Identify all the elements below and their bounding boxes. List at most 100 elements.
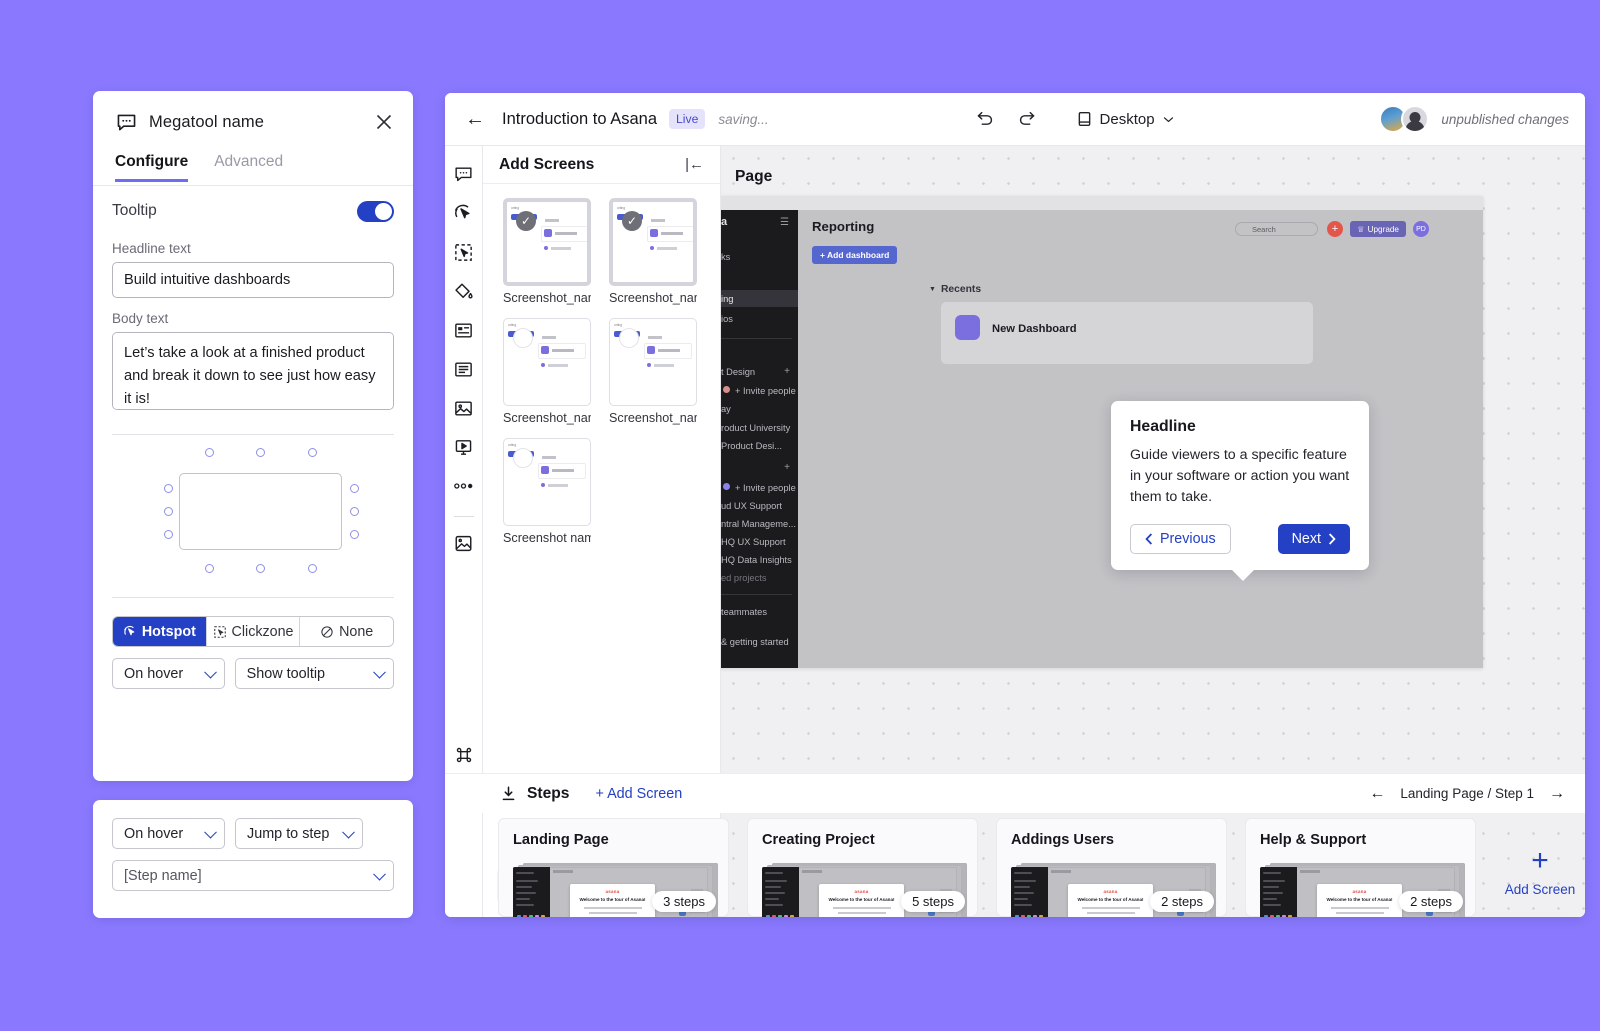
upgrade-button[interactable]: ♕ Upgrade [1350, 221, 1406, 237]
tab-advanced[interactable]: Advanced [214, 153, 283, 179]
position-dot-left-middle[interactable] [164, 507, 173, 516]
config-divider [112, 434, 394, 435]
select-circle-icon[interactable] [619, 328, 639, 348]
sidebar-item[interactable]: ks [721, 252, 730, 262]
megatool-config-panel: Megatool name Configure Advanced Tooltip… [93, 91, 413, 781]
close-icon[interactable] [373, 111, 395, 133]
headline-text-input[interactable] [112, 262, 394, 298]
position-dot-right-bottom[interactable] [350, 530, 359, 539]
video-icon[interactable] [451, 434, 477, 460]
more-dots-icon[interactable] [451, 473, 477, 499]
sidebar-item[interactable]: ay [721, 404, 731, 414]
step-name-select[interactable]: [Step name] [112, 860, 394, 891]
position-dot-top-center[interactable] [256, 448, 265, 457]
position-dot-left-top[interactable] [164, 484, 173, 493]
sidebar-item[interactable]: ed projects [721, 573, 766, 583]
clickzone-icon[interactable] [451, 239, 477, 265]
screen-thumbnail[interactable]: ✓ orting [609, 198, 697, 286]
step-card[interactable]: Help & Support [1245, 818, 1476, 917]
collapse-panel-icon[interactable]: |← [685, 156, 704, 173]
add-dashboard-button[interactable]: + Add dashboard [812, 246, 897, 264]
screen-thumbnail[interactable]: orting [503, 438, 591, 526]
body-text-input[interactable]: Let’s take a look at a finished product … [112, 332, 394, 410]
back-arrow-icon[interactable]: ← [465, 109, 485, 129]
sidebar-item[interactable]: ing [721, 294, 733, 304]
device-label: Desktop [1100, 111, 1155, 128]
trigger-hotspot-button[interactable]: Hotspot [113, 617, 207, 646]
step-count-badge: 5 steps [901, 891, 965, 912]
sidebar-item[interactable]: ios [721, 314, 733, 324]
redo-icon[interactable] [1017, 109, 1037, 129]
position-dot-right-middle[interactable] [350, 507, 359, 516]
image-icon[interactable] [451, 395, 477, 421]
chevron-down-icon [373, 867, 386, 880]
shortcuts-icon[interactable] [451, 742, 477, 768]
text-block-icon[interactable] [451, 356, 477, 382]
sidebar-item[interactable]: roduct University [721, 423, 790, 433]
position-dot-right-top[interactable] [350, 484, 359, 493]
secondary-action-value: Jump to step [247, 826, 329, 842]
trigger-action-select[interactable]: Show tooltip [235, 658, 394, 689]
hotspot-icon[interactable] [451, 200, 477, 226]
sidebar-item[interactable]: Product Desi... [721, 441, 782, 451]
position-dot-top-left[interactable] [205, 448, 214, 457]
media-library-icon[interactable] [451, 530, 477, 556]
screen-thumbnail[interactable]: orting [609, 318, 697, 406]
sidebar-item[interactable]: teammates [721, 607, 767, 617]
step-card[interactable]: Creating Project [747, 818, 978, 917]
secondary-action-select[interactable]: Jump to step [235, 818, 363, 849]
preview-headline: Welcome to the tour of Asana! [1326, 897, 1392, 902]
step-count-badge: 2 steps [1399, 891, 1463, 912]
add-icon[interactable]: + [784, 366, 790, 377]
select-circle-icon[interactable] [513, 448, 533, 468]
select-circle-icon[interactable] [513, 328, 533, 348]
sidebar-item[interactable]: HQ Data Insights [721, 555, 792, 565]
card-icon[interactable] [451, 317, 477, 343]
add-screen-link[interactable]: + Add Screen [595, 786, 682, 802]
avatar[interactable] [1401, 105, 1429, 133]
screen-thumbnail[interactable]: ✓ orting [503, 198, 591, 286]
arrow-left-icon[interactable]: ← [1369, 785, 1385, 803]
position-dot-top-right[interactable] [308, 448, 317, 457]
previous-button[interactable]: Previous [1130, 524, 1231, 554]
screen-thumbnail[interactable]: orting [503, 318, 591, 406]
add-screen-card[interactable]: + Add Screen [1494, 818, 1585, 917]
tab-configure[interactable]: Configure [115, 153, 188, 182]
position-dot-left-bottom[interactable] [164, 530, 173, 539]
tooltip-toggle[interactable] [357, 201, 394, 222]
trigger-clickzone-button[interactable]: Clickzone [207, 617, 301, 646]
sidebar-item[interactable]: ud UX Support [721, 501, 782, 511]
add-icon[interactable]: + [784, 462, 790, 473]
secondary-action-row: On hover Jump to step [112, 818, 394, 849]
paint-bucket-icon[interactable] [451, 278, 477, 304]
check-icon: ✓ [516, 211, 536, 231]
toolbar-right: unpublished changes [1379, 105, 1569, 133]
chevron-down-icon [204, 665, 217, 678]
position-dot-bottom-left[interactable] [205, 564, 214, 573]
sidebar-item[interactable]: + Invite people [735, 386, 796, 396]
search-input[interactable]: Search [1235, 222, 1318, 236]
tooltip-icon[interactable] [451, 161, 477, 187]
step-count-badge: 2 steps [1150, 891, 1214, 912]
arrow-right-icon[interactable]: → [1549, 785, 1565, 803]
avatar[interactable]: PD [1413, 221, 1429, 237]
step-navigation: ← Landing Page / Step 1 → [1369, 785, 1565, 803]
trigger-none-button[interactable]: None [300, 617, 393, 646]
add-button[interactable]: + [1327, 221, 1343, 237]
sidebar-item[interactable]: t Design [721, 367, 755, 377]
sidebar-item[interactable]: + Invite people [735, 483, 796, 493]
undo-icon[interactable] [975, 109, 995, 129]
sidebar-item[interactable]: & getting started [721, 637, 789, 647]
step-card[interactable]: Addings Users [996, 818, 1227, 917]
tooltip-position-picker[interactable] [112, 443, 394, 593]
secondary-event-select[interactable]: On hover [112, 818, 225, 849]
step-card[interactable]: Landing Page [498, 818, 729, 917]
device-selector[interactable]: Desktop [1077, 111, 1174, 128]
position-dot-bottom-center[interactable] [256, 564, 265, 573]
position-dot-bottom-right[interactable] [308, 564, 317, 573]
next-button[interactable]: Next [1278, 524, 1350, 554]
sidebar-item[interactable]: HQ UX Support [721, 537, 786, 547]
sidebar-item[interactable]: ntral Manageme... [721, 519, 796, 529]
preview-sidebar [513, 867, 550, 917]
trigger-event-select[interactable]: On hover [112, 658, 225, 689]
